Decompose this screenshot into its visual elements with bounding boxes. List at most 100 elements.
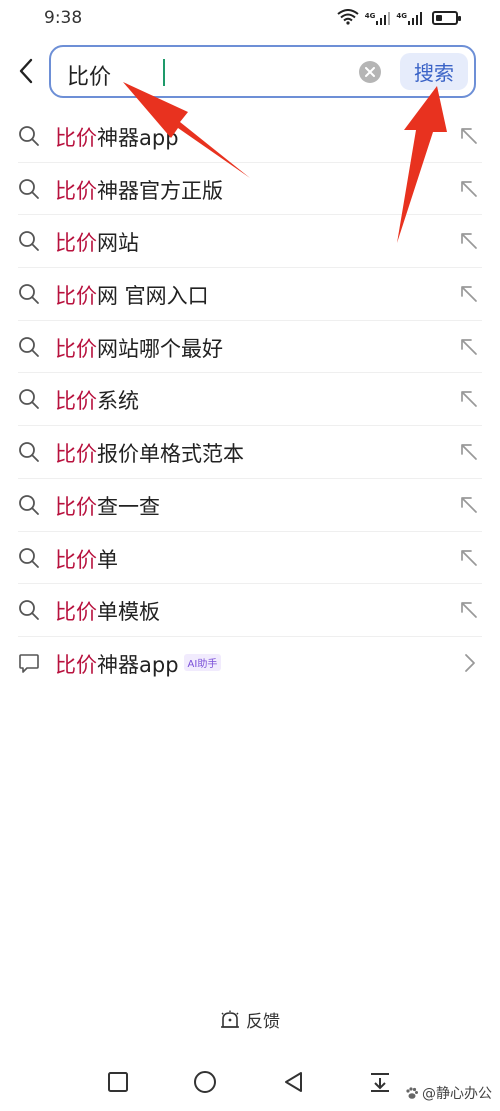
- fill-query-button[interactable]: [458, 230, 480, 252]
- battery-icon: [432, 11, 461, 25]
- suggestion-item[interactable]: 比价单: [18, 532, 482, 585]
- suggestion-item[interactable]: 比价系统: [18, 373, 482, 427]
- suggestion-text: 比价系统: [55, 385, 139, 415]
- suggestion-item[interactable]: 比价网站: [18, 215, 482, 269]
- search-box[interactable]: 比价 搜索: [49, 45, 476, 98]
- suggestion-text: 比价报价单格式范本: [55, 438, 244, 468]
- signal-1: 4G: [365, 12, 391, 25]
- suggestion-item[interactable]: 比价报价单格式范本: [18, 426, 482, 479]
- fill-query-button[interactable]: [458, 336, 480, 358]
- paw-icon: [406, 1087, 418, 1099]
- search-icon: [18, 283, 40, 305]
- suggestion-text: 比价单: [55, 544, 118, 574]
- watermark: @静心办公: [405, 1083, 492, 1103]
- notification-pull-button[interactable]: [366, 1068, 394, 1096]
- feedback-icon: [221, 1010, 239, 1028]
- back-button[interactable]: [12, 56, 40, 86]
- search-icon: [19, 126, 39, 146]
- close-icon: [365, 67, 375, 77]
- fill-arrow-icon: [461, 180, 477, 197]
- clear-button[interactable]: [359, 61, 381, 83]
- suggestion-rest: 查一查: [97, 494, 160, 519]
- fill-arrow-icon: [461, 549, 477, 566]
- search-icon: [19, 547, 39, 568]
- search-icon: [19, 600, 39, 621]
- suggestion-item[interactable]: 比价查一查: [18, 479, 482, 532]
- fill-arrow-icon: [461, 233, 477, 250]
- suggestion-rest: 系统: [97, 389, 139, 414]
- chevron-left-icon: [19, 58, 33, 84]
- chat-bubble-icon: [19, 654, 39, 673]
- search-icon: [18, 494, 40, 516]
- suggestion-text: 比价查一查: [55, 491, 160, 521]
- suggestion-item[interactable]: 比价网站哪个最好: [18, 321, 482, 374]
- search-icon: [18, 230, 40, 252]
- fill-query-button[interactable]: [458, 283, 480, 305]
- fill-query-button[interactable]: [458, 441, 480, 463]
- chevron-right-icon: [465, 653, 475, 672]
- suggestion-highlight: 比价: [55, 336, 97, 361]
- suggestion-rest: 网站: [97, 231, 139, 256]
- triangle-back-icon: [285, 1072, 302, 1092]
- fill-query-button[interactable]: [458, 599, 480, 621]
- open-ai-button[interactable]: [458, 652, 480, 674]
- search-icon: [19, 389, 39, 410]
- suggestion-text: 比价网站哪个最好: [55, 333, 223, 363]
- suggestion-highlight: 比价: [55, 389, 97, 414]
- back-nav-button[interactable]: [279, 1068, 307, 1096]
- circle-icon: [194, 1071, 216, 1093]
- network-label-2: 4G: [396, 12, 407, 20]
- fill-query-button[interactable]: [458, 125, 480, 147]
- search-icon: [19, 178, 39, 199]
- fill-arrow-icon: [461, 391, 477, 408]
- download-tray-icon: [371, 1073, 389, 1092]
- search-icon: [18, 388, 40, 410]
- suggestion-text: 比价网 官网入口: [55, 280, 209, 310]
- suggestion-item[interactable]: 比价神器app: [18, 110, 482, 163]
- home-button[interactable]: [191, 1068, 219, 1096]
- search-icon: [19, 284, 39, 304]
- chat-bubble-icon: [18, 652, 40, 674]
- search-icon: [18, 125, 40, 147]
- suggestion-highlight: 比价: [55, 494, 97, 519]
- suggestion-item[interactable]: 比价网 官网入口: [18, 268, 482, 321]
- suggestion-rest: 神器app: [97, 652, 179, 677]
- fill-query-button[interactable]: [458, 494, 480, 516]
- suggestion-highlight: 比价: [55, 231, 97, 256]
- search-icon: [19, 336, 39, 357]
- status-bar: 9:38 4G 4G: [0, 0, 500, 36]
- search-button[interactable]: 搜索: [400, 53, 468, 90]
- search-input[interactable]: 比价: [67, 59, 111, 91]
- signal-bars-icon: [376, 12, 391, 25]
- suggestion-text: 比价单模板: [55, 596, 160, 626]
- fill-query-button[interactable]: [458, 388, 480, 410]
- feedback-button[interactable]: 反馈: [0, 1007, 500, 1032]
- recent-apps-button[interactable]: [104, 1068, 132, 1096]
- suggestion-highlight: 比价: [55, 600, 97, 625]
- fill-query-button[interactable]: [458, 178, 480, 200]
- suggestion-rest: 网 官网入口: [97, 284, 209, 309]
- signal-bars-icon: [408, 12, 422, 25]
- suggestion-item[interactable]: 比价神器官方正版: [18, 163, 482, 216]
- wifi-icon: [337, 9, 359, 25]
- fill-query-button[interactable]: [458, 547, 480, 569]
- status-icons: 4G 4G: [337, 9, 461, 25]
- fill-arrow-icon: [461, 444, 477, 460]
- suggestion-highlight: 比价: [55, 126, 97, 150]
- signal-2: 4G: [396, 12, 422, 25]
- suggestion-rest: 神器app: [97, 126, 179, 150]
- suggestion-item[interactable]: 比价神器app AI助手: [18, 637, 482, 690]
- suggestion-highlight: 比价: [55, 547, 97, 572]
- watermark-text: @静心办公: [422, 1086, 492, 1102]
- search-icon: [19, 442, 39, 463]
- status-time: 9:38: [44, 8, 83, 28]
- network-label-1: 4G: [364, 12, 376, 20]
- suggestion-text: 比价神器官方正版: [55, 175, 223, 205]
- suggestion-highlight: 比价: [55, 284, 97, 309]
- search-icon: [18, 599, 40, 621]
- suggestion-list: 比价神器app 比价神器官方正版 比价网站 比价网 官网入口 比价网站哪个最好 比价系统比…: [0, 110, 500, 690]
- fill-arrow-icon: [461, 338, 477, 355]
- fill-arrow-icon: [461, 602, 477, 619]
- suggestion-text: 比价神器app AI助手: [55, 649, 222, 679]
- suggestion-item[interactable]: 比价单模板: [18, 584, 482, 637]
